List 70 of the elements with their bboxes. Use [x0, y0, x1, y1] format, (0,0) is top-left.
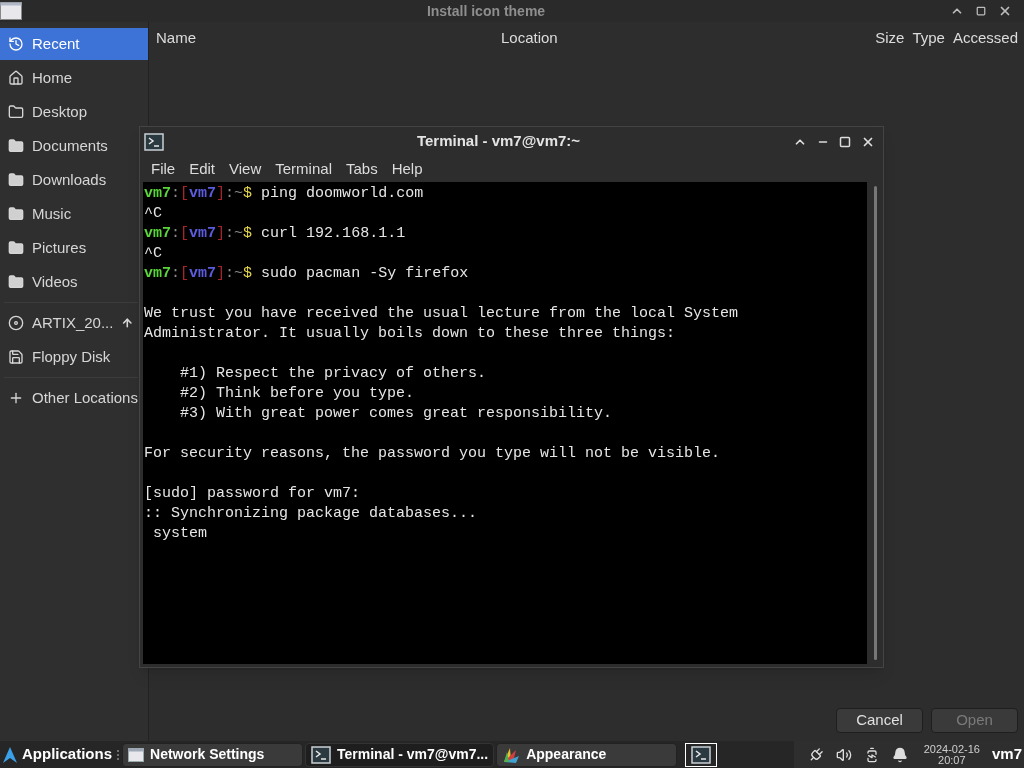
menu-item[interactable]: Tabs [345, 157, 378, 181]
column-header[interactable]: Name [156, 26, 501, 50]
column-header[interactable]: Size [875, 26, 905, 50]
folder-icon [8, 240, 24, 256]
volume-icon[interactable] [835, 746, 852, 763]
drag-handle-icon[interactable] [116, 748, 120, 761]
plus-icon [8, 390, 24, 406]
sidebar-item[interactable]: Floppy Disk [0, 341, 138, 373]
sidebar-item[interactable]: Recent [0, 28, 148, 60]
sidebar-item[interactable]: Desktop [0, 96, 138, 128]
eject-icon[interactable] [121, 316, 134, 330]
sidebar-item[interactable]: Documents [0, 130, 138, 162]
maximize-button[interactable] [839, 135, 851, 148]
folder-icon [8, 274, 24, 290]
folder-icon [8, 206, 24, 222]
sidebar-item[interactable]: Videos [0, 266, 138, 298]
menu-item[interactable]: File [151, 157, 176, 181]
terminal-line: vm7:[vm7]:~$ ping doomworld.com [144, 184, 424, 204]
folder-icon [8, 104, 24, 120]
terminal-line: #1) Respect the privacy of others. [179, 364, 487, 384]
close-button[interactable] [998, 4, 1012, 18]
logo-icon [2, 745, 18, 764]
disc-icon [8, 315, 24, 331]
terminal-line: For security reasons, the password you type will not be visible. [144, 444, 721, 464]
sidebar-item[interactable]: Downloads [0, 164, 138, 196]
terminal-icon [311, 745, 331, 764]
terminal-line: Administrator. It usually boils down to these three things: [144, 324, 676, 344]
applications-menu[interactable]: Applications [0, 741, 116, 768]
terminal-line: vm7:[vm7]:~$ curl 192.168.1.1 [144, 224, 406, 244]
terminal-line: ^C [144, 204, 162, 224]
dialog-button[interactable]: Cancel [836, 708, 923, 733]
sidebar-item[interactable]: Other Locations [0, 382, 138, 414]
window-title: Install icon theme [425, 1, 547, 21]
taskbar-task[interactable]: Appearance [496, 742, 678, 767]
terminal-line: #2) Think before you type. [179, 384, 415, 404]
terminal-launcher[interactable] [685, 742, 718, 767]
sidebar-item[interactable]: Home [0, 62, 138, 94]
column-header[interactable]: Location [501, 26, 876, 50]
menu-item[interactable]: Help [391, 157, 423, 181]
column-header[interactable]: Type [912, 26, 945, 50]
menu-item[interactable]: Terminal [275, 157, 332, 181]
terminal-line: system [152, 524, 207, 544]
terminal-icon [691, 745, 712, 764]
terminal-line: vm7:[vm7]:~$ sudo pacman -Sy firefox [144, 264, 469, 284]
terminal-icon [144, 132, 164, 151]
window-title: Terminal - vm7@vm7:~ [415, 131, 582, 152]
sidebar-item[interactable]: Music [0, 198, 138, 230]
folder-icon [8, 172, 24, 188]
sidebar-item[interactable]: Pictures [0, 232, 138, 264]
window-icon [0, 2, 22, 20]
taskbar-task[interactable]: Network Settings [122, 742, 303, 767]
sidebar-item[interactable]: ARTIX_20... [0, 307, 138, 339]
terminal-line: #3) With great power comes great responsibility. [179, 404, 613, 424]
terminal-line: ^C [144, 244, 162, 264]
taskbar-task[interactable]: Terminal - vm7@vm7... [305, 742, 495, 767]
menu-item[interactable]: Edit [189, 157, 216, 181]
menu-item[interactable]: View [229, 157, 262, 181]
floppy-icon [8, 349, 24, 365]
terminal-line: We trust you have received the usual lecture from the local System [144, 304, 739, 324]
restore-button[interactable] [976, 6, 986, 16]
terminal-line: [sudo] password for vm7: [144, 484, 361, 504]
recent-icon [8, 36, 24, 52]
window-icon [128, 747, 144, 762]
home-icon [8, 70, 24, 86]
terminal-line: :: Synchronizing package databases... [144, 504, 478, 524]
folder-icon [8, 138, 24, 154]
bell-icon[interactable] [891, 746, 908, 763]
clock[interactable]: 2024-02-16 20:07 [923, 743, 980, 766]
column-header[interactable]: Accessed [952, 26, 1018, 50]
user-name[interactable]: vm7 [991, 743, 1022, 766]
